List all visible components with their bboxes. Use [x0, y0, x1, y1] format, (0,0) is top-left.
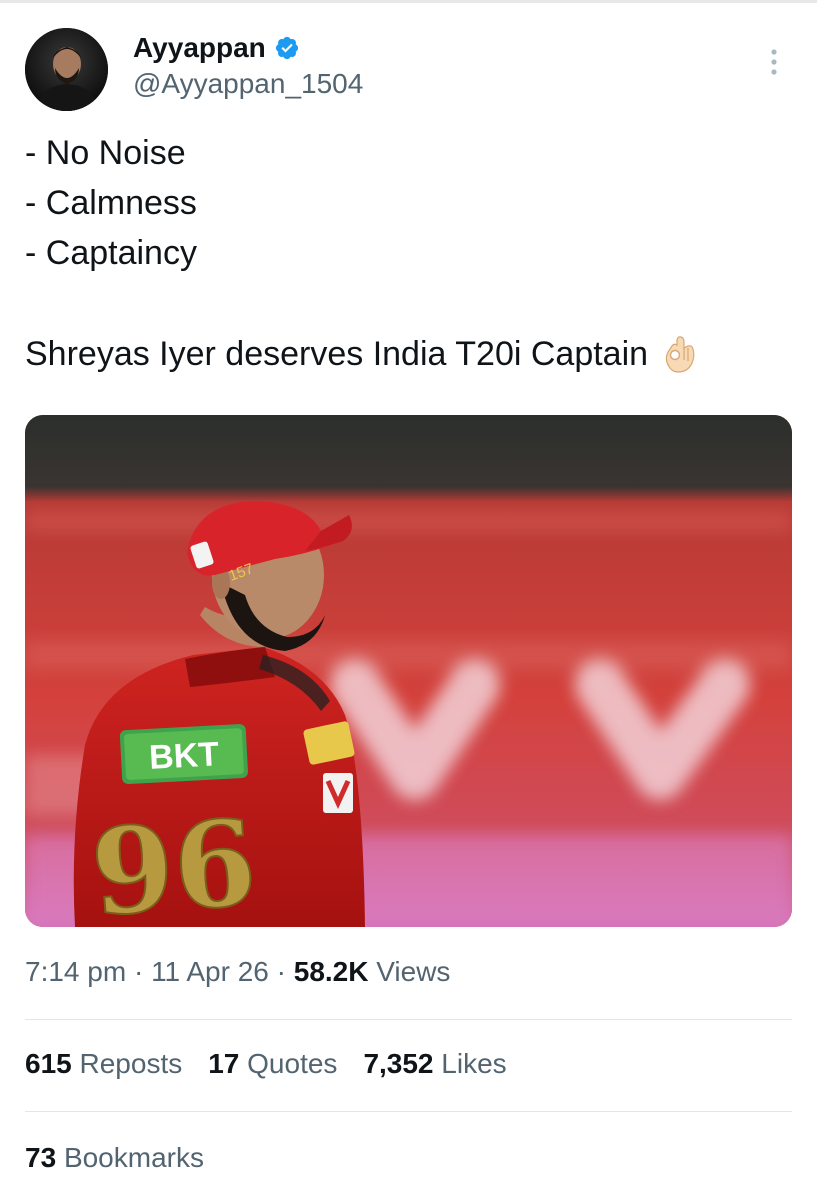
tweet-date[interactable]: 11 Apr 26: [151, 956, 269, 987]
quotes-label: Quotes: [247, 1048, 338, 1079]
meta-separator: ·: [276, 956, 286, 987]
tweet-meta: 7:14 pm · 11 Apr 26 · 58.2K Views: [25, 956, 450, 988]
bookmarks-count: 73: [25, 1142, 57, 1173]
display-name-row: Ayyappan: [133, 30, 300, 66]
tweet-media-image[interactable]: 157 BKT 96: [25, 415, 792, 927]
tweet-statement: Shreyas Iyer deserves India T20i Captain: [25, 334, 649, 373]
more-options-button[interactable]: [760, 44, 788, 80]
reposts-stat[interactable]: 615 Reposts: [25, 1048, 182, 1080]
user-handle[interactable]: @Ayyappan_1504: [133, 68, 363, 100]
tweet-statement-row: Shreyas Iyer deserves India T20i Captain: [25, 334, 698, 374]
cricket-player-photo: 157 BKT 96: [25, 415, 792, 927]
tweet-text-line: - Captaincy: [25, 234, 197, 272]
bookmarks-stat[interactable]: 73 Bookmarks: [25, 1142, 204, 1174]
tweet-time[interactable]: 7:14 pm: [25, 956, 126, 987]
reposts-count: 615: [25, 1048, 72, 1079]
engagement-stats: 615 Reposts 17 Quotes 7,352 Likes: [25, 1048, 507, 1080]
bookmarks-label: Bookmarks: [63, 1142, 204, 1173]
tweet-text-line: - No Noise: [25, 134, 186, 172]
likes-stat[interactable]: 7,352 Likes: [363, 1048, 506, 1080]
meta-separator: ·: [133, 956, 144, 987]
ok-hand-emoji-icon: [662, 334, 698, 374]
likes-count: 7,352: [363, 1048, 434, 1079]
verified-badge-icon: [274, 35, 300, 61]
avatar-image: [25, 28, 108, 111]
views-label: Views: [376, 956, 451, 987]
jersey-sponsor-text: BKT: [148, 735, 220, 777]
more-vertical-icon: [771, 49, 777, 75]
views-count: 58.2K: [293, 956, 369, 987]
top-divider: [0, 0, 817, 3]
display-name[interactable]: Ayyappan: [133, 32, 266, 64]
divider: [25, 1111, 792, 1112]
avatar[interactable]: [25, 28, 108, 111]
tweet-text-line: - Calmness: [25, 184, 197, 222]
quotes-stat[interactable]: 17 Quotes: [208, 1048, 337, 1080]
quotes-count: 17: [208, 1048, 240, 1079]
likes-label: Likes: [441, 1048, 507, 1079]
reposts-label: Reposts: [79, 1048, 183, 1079]
divider: [25, 1019, 792, 1020]
jersey-number-text: 96: [87, 792, 261, 927]
